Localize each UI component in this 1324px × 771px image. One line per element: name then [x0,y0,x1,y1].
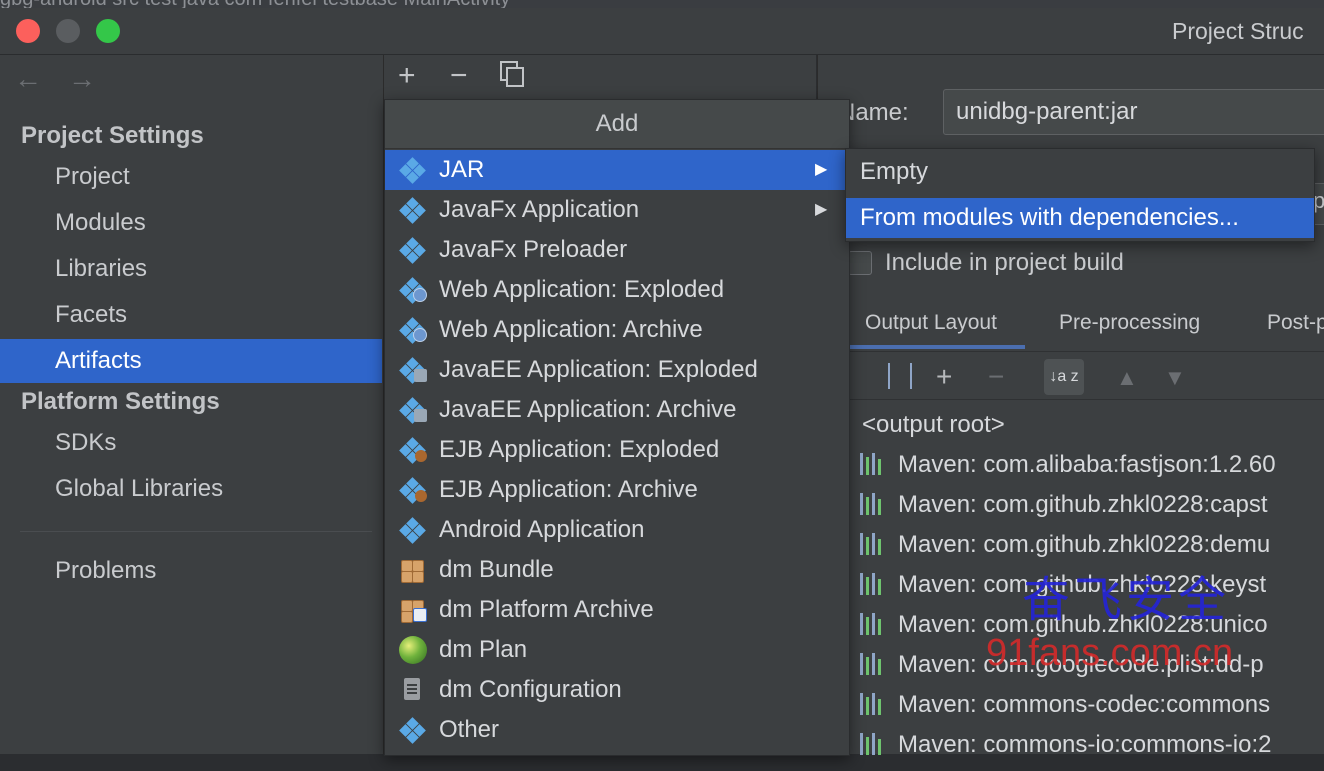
menu-item-dm-configuration[interactable]: dm Configuration [385,670,849,710]
library-icon [860,653,886,675]
menu-item-javaee-exploded[interactable]: JavaEE Application: Exploded [385,350,849,390]
library-icon [860,693,886,715]
tree-item[interactable]: Maven: com.github.zhkl0228:keyst [860,571,1266,611]
sort-icon[interactable]: ↓a z [1044,359,1084,395]
javafx-icon [399,197,427,224]
sidebar-item-libraries[interactable]: Libraries [0,247,382,291]
javaee-icon [399,397,427,424]
title-bar: Project Struc [0,8,1324,55]
sidebar-item-artifacts[interactable]: Artifacts [0,339,382,383]
tree-item[interactable]: Maven: com.github.zhkl0228:unico [860,611,1268,651]
submenu-item-from-modules[interactable]: From modules with dependencies... [846,198,1314,238]
sidebar-item-sdks[interactable]: SDKs [0,421,382,465]
menu-item-dm-platform-archive[interactable]: dm Platform Archive [385,590,849,630]
copy-icon[interactable] [500,61,524,87]
library-icon [860,493,886,515]
back-arrow-icon[interactable]: ← [14,63,42,95]
sidebar-item-global-libraries[interactable]: Global Libraries [0,467,382,511]
move-up-icon[interactable]: ▲ [1116,365,1138,391]
breadcrumb-strip: gbg-android src test java com fenfei tes… [0,0,1324,8]
menu-item-javaee-archive[interactable]: JavaEE Application: Archive [385,390,849,430]
tree-item[interactable]: Maven: com.github.zhkl0228:demu [860,531,1270,571]
tab-pre-processing[interactable]: Pre-processing [1059,311,1200,335]
output-layout-toolbar: + − ↓a z ▲ ▼ [848,355,1324,400]
add-element-button[interactable]: + [936,361,952,393]
menu-item-ejb-exploded[interactable]: EJB Application: Exploded [385,430,849,470]
move-down-icon[interactable]: ▼ [1164,365,1186,391]
menu-item-javafx-preloader[interactable]: JavaFx Preloader [385,230,849,270]
jar-submenu: Empty From modules with dependencies... [845,148,1315,242]
sidebar-item-project[interactable]: Project [0,155,382,199]
submenu-arrow-icon: ▶ [815,161,828,178]
add-artifact-popup: Add JAR ▶ JavaFx Application ▶ JavaFx Pr… [384,99,850,756]
jar-icon [399,157,427,184]
ejb-icon [399,437,427,464]
web-app-icon [399,277,427,304]
ejb-icon [399,477,427,504]
javaee-icon [399,357,427,384]
sidebar-item-problems[interactable]: Problems [0,549,382,593]
sidebar-divider [20,531,372,532]
library-icon [860,733,886,755]
breadcrumb: gbg-android src test java com fenfei tes… [0,0,510,8]
menu-item-other[interactable]: Other [385,710,849,750]
archive-icon[interactable] [888,363,912,389]
configuration-icon [399,678,427,702]
tree-item[interactable]: Maven: com.googlecode.plist:dd-p [860,651,1264,691]
menu-item-web-app-exploded[interactable]: Web Application: Exploded [385,270,849,310]
library-icon [860,573,886,595]
include-in-build-checkbox[interactable] [848,251,872,275]
close-window-button[interactable] [16,19,40,43]
add-artifact-button[interactable]: + [398,59,416,93]
details-tabs: Output Layout Pre-processing Post-p [848,305,1324,352]
library-icon [860,533,886,555]
tree-item[interactable]: Maven: commons-io:commons-io:2 [860,731,1271,771]
tree-item[interactable]: Maven: com.alibaba:fastjson:1.2.60 [860,451,1276,491]
submenu-item-empty[interactable]: Empty [846,152,1314,192]
menu-item-web-app-archive[interactable]: Web Application: Archive [385,310,849,350]
android-app-icon [399,517,427,544]
popup-title: Add [385,100,849,149]
menu-item-android-application[interactable]: Android Application [385,510,849,550]
menu-item-ejb-archive[interactable]: EJB Application: Archive [385,470,849,510]
menu-item-jar[interactable]: JAR ▶ [385,150,849,190]
menu-item-dm-bundle[interactable]: dm Bundle [385,550,849,590]
zoom-window-button[interactable] [96,19,120,43]
artifact-name-input[interactable]: unidbg-parent:jar [943,89,1324,135]
library-icon [860,453,886,475]
remove-element-button[interactable]: − [988,361,1004,393]
sidebar: ← → Project Settings Project Modules Lib… [0,55,384,754]
library-icon [860,613,886,635]
tree-item[interactable]: Maven: commons-codec:commons [860,691,1270,731]
sidebar-item-modules[interactable]: Modules [0,201,382,245]
menu-item-dm-plan[interactable]: dm Plan [385,630,849,670]
sidebar-item-facets[interactable]: Facets [0,293,382,337]
bundle-icon [399,558,427,583]
web-app-icon [399,317,427,344]
other-icon [399,717,427,744]
project-settings-title: Project Settings [21,122,204,149]
menu-item-javafx-application[interactable]: JavaFx Application ▶ [385,190,849,230]
tab-post-processing[interactable]: Post-p [1267,311,1324,335]
remove-artifact-button[interactable]: − [450,59,468,93]
forward-arrow-icon[interactable]: → [68,63,96,95]
include-in-build-label: Include in project build [885,249,1124,276]
minimize-window-button[interactable] [56,19,80,43]
plan-icon [399,636,427,664]
window-title: Project Struc [1172,18,1304,44]
platform-settings-title: Platform Settings [21,388,220,415]
tab-output-layout[interactable]: Output Layout [849,311,1025,349]
javafx-icon [399,237,427,264]
tree-item[interactable]: Maven: com.github.zhkl0228:capst [860,491,1268,531]
artifact-name-value: unidbg-parent:jar [956,98,1138,125]
artifacts-toolbar: + − [384,55,816,99]
platform-archive-icon [399,598,427,623]
output-root-node[interactable]: <output root> [862,411,1005,439]
submenu-arrow-icon: ▶ [815,201,828,218]
